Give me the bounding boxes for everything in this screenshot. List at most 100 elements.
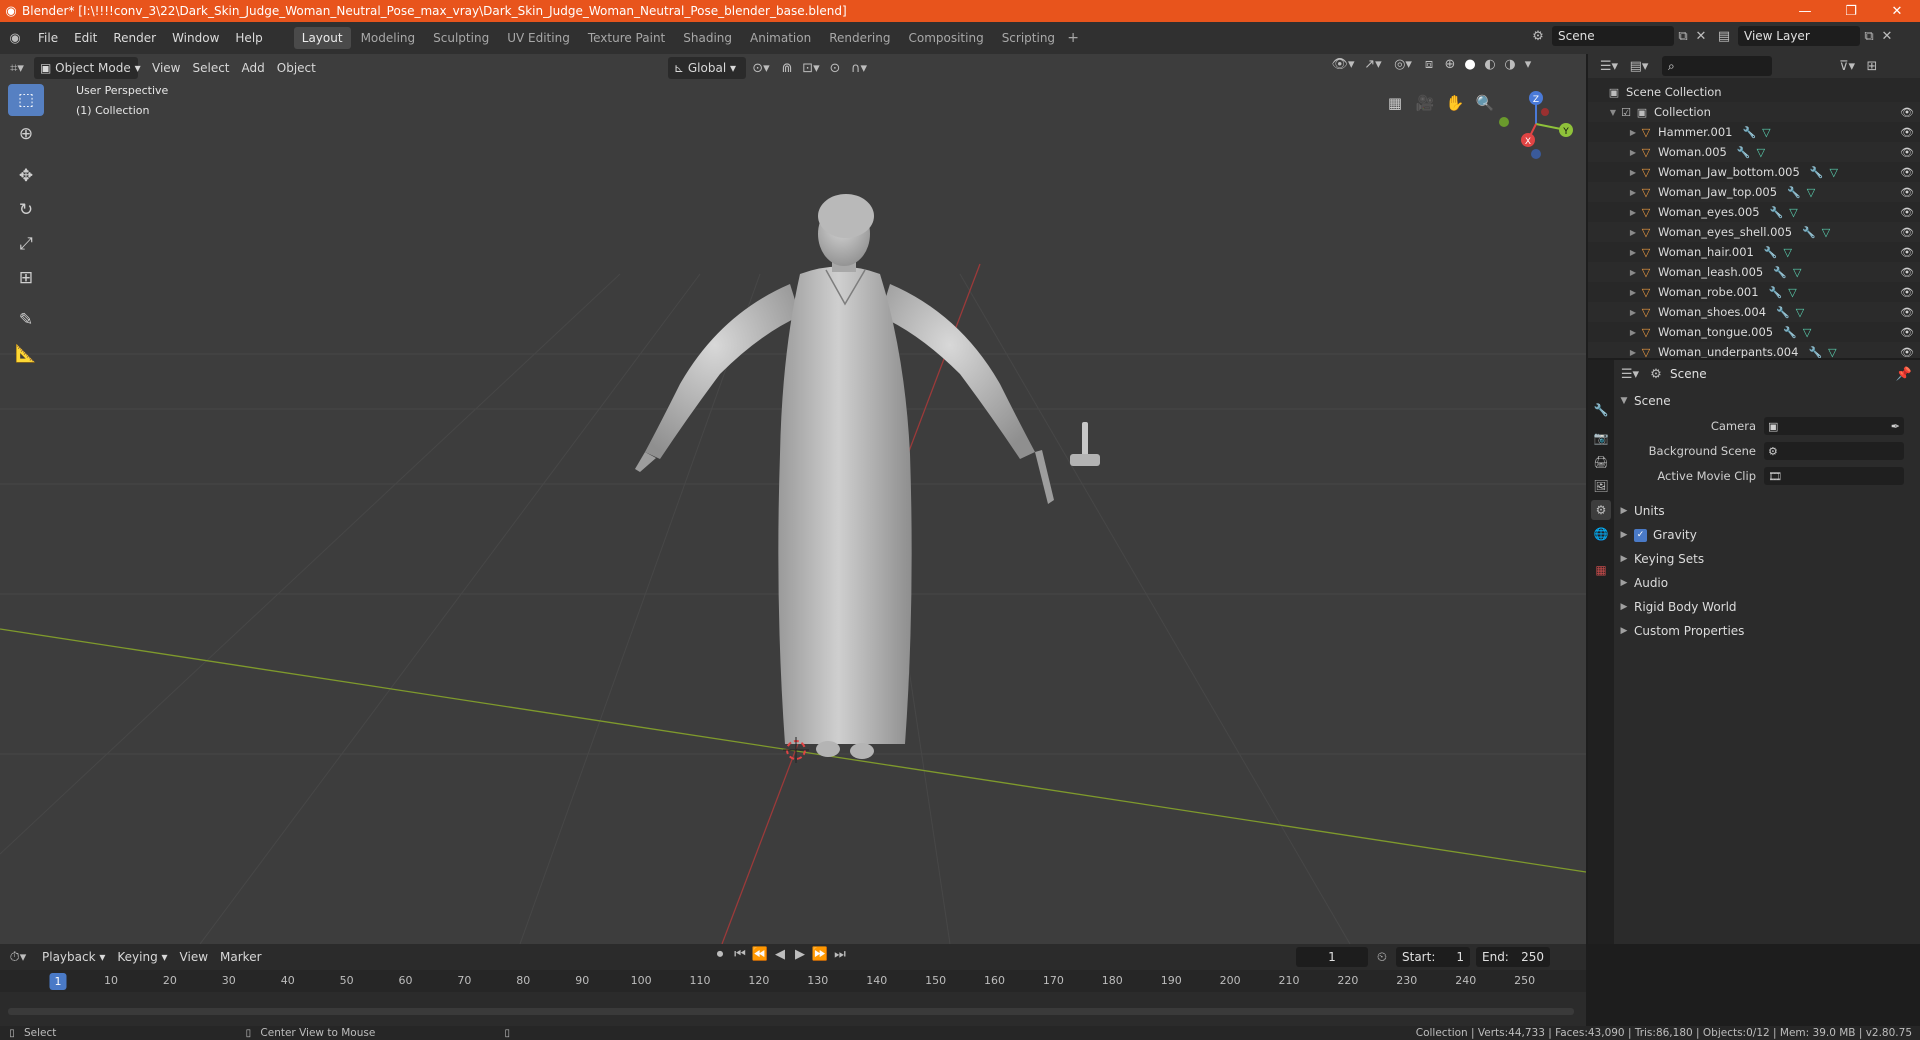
eye-icon[interactable]: 👁 bbox=[1900, 146, 1914, 159]
timeline-menu-view[interactable]: View bbox=[174, 946, 214, 968]
measure-tool-icon[interactable]: 📐 bbox=[8, 338, 44, 370]
eye-icon[interactable]: 👁 bbox=[1900, 186, 1914, 199]
pin-icon[interactable]: 📌 bbox=[1896, 367, 1912, 382]
transform-tool-icon[interactable]: ⊞ bbox=[8, 262, 44, 294]
close-icon[interactable]: ✕ bbox=[1874, 0, 1920, 22]
maximize-icon[interactable]: ❐ bbox=[1828, 0, 1874, 22]
expand-icon[interactable]: ▶ bbox=[1628, 208, 1638, 217]
menu-edit[interactable]: Edit bbox=[66, 26, 105, 50]
mesh-data-icon[interactable]: ▽ bbox=[1757, 146, 1765, 159]
tab-scripting[interactable]: Scripting bbox=[994, 27, 1063, 49]
mesh-data-icon[interactable]: ▽ bbox=[1803, 326, 1811, 339]
timeline-ruler[interactable]: 1 10 20 30 40 50 60 70 80 90 100 110 120 130 140 150 16… bbox=[0, 970, 1586, 992]
mesh-data-icon[interactable]: ▽ bbox=[1830, 166, 1838, 179]
material-shading-icon[interactable]: ◐ bbox=[1480, 57, 1500, 72]
menu-render[interactable]: Render bbox=[105, 26, 164, 50]
output-properties-icon[interactable]: 🖨 bbox=[1591, 452, 1611, 472]
menu-window[interactable]: Window bbox=[164, 26, 227, 50]
proportional-editing-icon[interactable]: ⊙ bbox=[824, 61, 846, 76]
properties-editor-type-icon[interactable]: ☰▾ bbox=[1614, 367, 1646, 382]
modifier-wrench-icon[interactable]: 🔧 bbox=[1737, 146, 1751, 159]
timeline-menu-marker[interactable]: Marker bbox=[214, 946, 267, 968]
timeline-scrollbar[interactable] bbox=[8, 1008, 1574, 1015]
view-layer-icon[interactable]: ▤ bbox=[1710, 29, 1738, 44]
play-reverse-icon[interactable]: ◀ bbox=[770, 947, 790, 962]
scene-panel-header[interactable]: ▼ Scene bbox=[1614, 390, 1920, 412]
3d-viewport[interactable]: Z Y X ⌗▾ ▣ Object Mode ▾ View Select Add… bbox=[0, 54, 1586, 944]
record-icon[interactable]: ⏺ bbox=[710, 947, 730, 962]
scene-field[interactable]: Scene bbox=[1552, 26, 1674, 46]
eye-icon[interactable]: 👁 bbox=[1900, 306, 1914, 319]
collection-row[interactable]: ▼ ☑ ▣ Collection 👁 bbox=[1588, 102, 1920, 122]
select-box-tool-icon[interactable]: ⬚ bbox=[8, 84, 44, 116]
modifier-wrench-icon[interactable]: 🔧 bbox=[1742, 126, 1756, 139]
mesh-data-icon[interactable]: ▽ bbox=[1762, 126, 1770, 139]
scene-properties-icon[interactable]: ⚙ bbox=[1591, 500, 1611, 520]
transform-orientation-dropdown[interactable]: ⊾ Global ▾ bbox=[668, 57, 746, 79]
eyedropper-icon[interactable]: ✒ bbox=[1891, 420, 1900, 433]
annotate-tool-icon[interactable]: ✎ bbox=[8, 304, 44, 336]
mesh-data-icon[interactable]: ▽ bbox=[1796, 306, 1804, 319]
outliner-object-row[interactable]: ▶ ▽ Woman_leash.005 🔧 ▽ 👁 bbox=[1588, 262, 1920, 282]
tab-shading[interactable]: Shading bbox=[675, 27, 740, 49]
scene-selector-icon[interactable]: ⚙ bbox=[1524, 29, 1552, 44]
mesh-data-icon[interactable]: ▽ bbox=[1807, 186, 1815, 199]
new-collection-icon[interactable]: ⊞ bbox=[1862, 59, 1882, 74]
timeline-menu-playback[interactable]: Playback ▾ bbox=[36, 946, 111, 968]
eye-icon[interactable]: 👁 bbox=[1900, 106, 1914, 119]
modifier-wrench-icon[interactable]: 🔧 bbox=[1770, 206, 1784, 219]
toggle-grid-icon[interactable]: ▦ bbox=[1380, 88, 1410, 118]
pan-view-icon[interactable]: ✋ bbox=[1440, 88, 1470, 118]
remove-scene-icon[interactable]: ✕ bbox=[1692, 29, 1710, 44]
object-mode-dropdown[interactable]: ▣ Object Mode ▾ bbox=[34, 57, 141, 79]
add-workspace-icon[interactable]: + bbox=[1064, 30, 1082, 46]
outliner-search-input[interactable]: ⌕ bbox=[1662, 56, 1772, 76]
modifier-wrench-icon[interactable]: 🔧 bbox=[1783, 326, 1797, 339]
blender-menu-icon[interactable]: ◉ bbox=[0, 26, 30, 50]
new-view-layer-icon[interactable]: ⧉ bbox=[1860, 29, 1878, 44]
tool-properties-icon[interactable]: 🔧 bbox=[1591, 400, 1611, 420]
expand-icon[interactable]: ▶ bbox=[1628, 308, 1638, 317]
units-panel-header[interactable]: ▶ Units bbox=[1614, 500, 1920, 522]
render-properties-icon[interactable]: 📷 bbox=[1591, 428, 1611, 448]
jump-end-icon[interactable]: ⏭ bbox=[830, 947, 850, 962]
menu-help[interactable]: Help bbox=[227, 26, 270, 50]
outliner-object-row[interactable]: ▶ ▽ Woman_shoes.004 🔧 ▽ 👁 bbox=[1588, 302, 1920, 322]
outliner-object-row[interactable]: ▶ ▽ Woman.005 🔧 ▽ 👁 bbox=[1588, 142, 1920, 162]
expand-icon[interactable]: ▶ bbox=[1628, 288, 1638, 297]
solid-shading-icon[interactable]: ● bbox=[1460, 57, 1480, 72]
tab-layout[interactable]: Layout bbox=[293, 27, 351, 49]
world-properties-icon[interactable]: 🌐 bbox=[1591, 524, 1611, 544]
mesh-data-icon[interactable]: ▽ bbox=[1793, 266, 1801, 279]
jump-start-icon[interactable]: ⏮ bbox=[730, 947, 750, 962]
background-scene-field[interactable]: ⚙ bbox=[1764, 442, 1904, 460]
move-tool-icon[interactable]: ✥ bbox=[8, 160, 44, 192]
eye-icon[interactable]: 👁 bbox=[1900, 326, 1914, 339]
mesh-data-icon[interactable]: ▽ bbox=[1788, 286, 1796, 299]
collapse-icon[interactable]: ▼ bbox=[1608, 108, 1618, 117]
expand-icon[interactable]: ▶ bbox=[1628, 248, 1638, 257]
timeline-editor-type-icon[interactable]: ⏱▾ bbox=[0, 950, 36, 965]
checkbox-icon[interactable]: ☑ bbox=[1618, 106, 1634, 119]
outliner-object-row[interactable]: ▶ ▽ Woman_eyes_shell.005 🔧 ▽ 👁 bbox=[1588, 222, 1920, 242]
expand-icon[interactable]: ▶ bbox=[1628, 148, 1638, 157]
minimize-icon[interactable]: — bbox=[1782, 0, 1828, 22]
modifier-wrench-icon[interactable]: 🔧 bbox=[1776, 306, 1790, 319]
expand-icon[interactable]: ▶ bbox=[1628, 348, 1638, 357]
tab-modeling[interactable]: Modeling bbox=[353, 27, 424, 49]
outliner-object-row[interactable]: ▶ ▽ Woman_hair.001 🔧 ▽ 👁 bbox=[1588, 242, 1920, 262]
mesh-data-icon[interactable]: ▽ bbox=[1828, 346, 1836, 359]
custom-properties-panel-header[interactable]: ▶ Custom Properties bbox=[1614, 620, 1920, 642]
modifier-wrench-icon[interactable]: 🔧 bbox=[1764, 246, 1778, 259]
viewport-menu-add[interactable]: Add bbox=[236, 57, 271, 79]
eye-icon[interactable]: 👁 bbox=[1900, 266, 1914, 279]
start-frame-field[interactable]: Start: 1 bbox=[1396, 947, 1470, 967]
viewport-menu-view[interactable]: View bbox=[146, 57, 186, 79]
outliner-object-row[interactable]: ▶ ▽ Woman_Jaw_top.005 🔧 ▽ 👁 bbox=[1588, 182, 1920, 202]
gravity-checkbox[interactable]: ✓ bbox=[1634, 528, 1647, 542]
editor-type-icon[interactable]: ⌗▾ bbox=[0, 57, 34, 79]
eye-icon[interactable]: 👁 bbox=[1900, 346, 1914, 359]
tab-compositing[interactable]: Compositing bbox=[900, 27, 991, 49]
new-scene-icon[interactable]: ⧉ bbox=[1674, 29, 1692, 44]
mesh-data-icon[interactable]: ▽ bbox=[1822, 226, 1830, 239]
